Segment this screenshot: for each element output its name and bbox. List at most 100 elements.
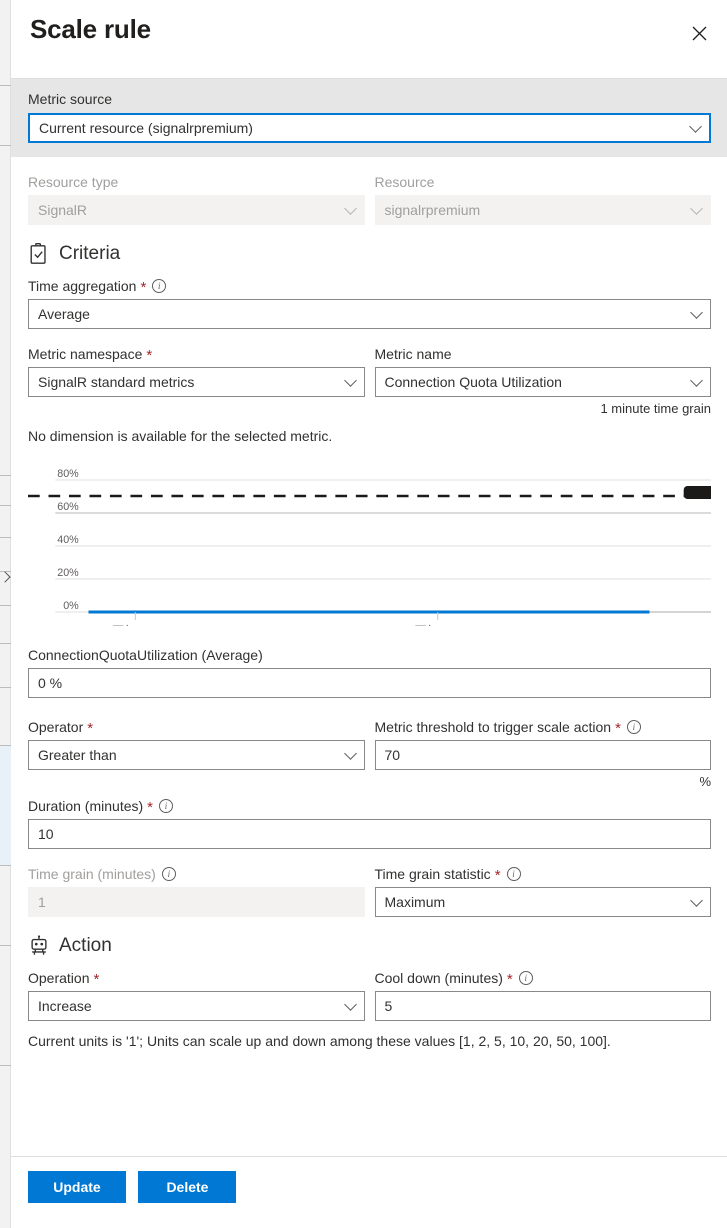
time-grain-label: Time grain (minutes) i bbox=[28, 865, 365, 883]
operator-label: Operator * bbox=[28, 718, 365, 736]
metric-namespace-label-text: Metric namespace bbox=[28, 346, 143, 362]
robot-icon bbox=[28, 935, 50, 957]
chevron-down-icon bbox=[690, 374, 703, 387]
background-row bbox=[0, 606, 11, 644]
info-icon[interactable]: i bbox=[518, 971, 533, 985]
threshold-label: Metric threshold to trigger scale action… bbox=[375, 718, 712, 736]
duration-input[interactable]: 10 bbox=[28, 819, 711, 849]
blade-header: Scale rule bbox=[11, 0, 727, 78]
threshold-value: 70 bbox=[384, 747, 401, 763]
background-row bbox=[0, 506, 11, 538]
chevron-down-icon bbox=[343, 374, 357, 387]
operator-label-text: Operator bbox=[28, 719, 84, 735]
metric-name-label: Metric name bbox=[374, 346, 452, 362]
cooldown-value: 5 bbox=[384, 998, 393, 1014]
operation-label: Operation * bbox=[28, 969, 365, 987]
operation-label-text: Operation bbox=[28, 970, 90, 986]
svg-text:60%: 60% bbox=[57, 501, 79, 513]
resource-type-value: SignalR bbox=[38, 202, 88, 218]
background-row bbox=[0, 476, 11, 506]
info-icon[interactable]: i bbox=[161, 867, 176, 881]
time-aggregation-label-text: Time aggregation bbox=[28, 278, 137, 294]
metric-source-section: Metric source Current resource (signalrp… bbox=[11, 78, 727, 157]
required-asterisk: * bbox=[494, 866, 501, 884]
svg-text:20%: 20% bbox=[57, 567, 79, 579]
metric-name-value: Connection Quota Utilization bbox=[384, 374, 562, 390]
criteria-section-title: Criteria bbox=[59, 243, 121, 264]
cooldown-input[interactable]: 5 bbox=[374, 991, 711, 1021]
metric-value-input[interactable]: 0 % bbox=[28, 668, 711, 698]
threshold-unit: % bbox=[699, 774, 711, 789]
time-aggregation-label: Time aggregation * i bbox=[28, 277, 711, 295]
metric-source-value: Current resource (signalrpremium) bbox=[39, 120, 253, 136]
background-row bbox=[0, 0, 11, 86]
time-grain-row: Time grain (minutes) i 1 Time grain stat… bbox=[28, 865, 711, 917]
action-section-title: Action bbox=[59, 935, 112, 956]
clipboard-check-icon bbox=[28, 243, 50, 265]
page-title: Scale rule bbox=[30, 14, 151, 44]
metric-source-label: Metric source bbox=[28, 91, 113, 107]
time-aggregation-select[interactable]: Average bbox=[28, 299, 711, 329]
background-row-selected bbox=[0, 746, 11, 866]
metric-namespace-select[interactable]: SignalR standard metrics bbox=[28, 367, 365, 397]
info-icon[interactable]: i bbox=[506, 867, 521, 881]
action-row: Operation * Increase Cool down (minutes)… bbox=[28, 969, 711, 1021]
chevron-down-icon bbox=[343, 998, 357, 1011]
background-row bbox=[0, 146, 11, 476]
time-grain-statistic-select[interactable]: Maximum bbox=[374, 887, 711, 917]
metric-namespace-label: Metric namespace * bbox=[28, 345, 365, 363]
resource-label: Resource bbox=[374, 174, 435, 190]
chevron-down-icon bbox=[690, 894, 703, 907]
scale-rule-blade: Scale rule Metric source Current resourc… bbox=[11, 0, 727, 1228]
close-icon bbox=[692, 26, 707, 41]
svg-text:下午4:25: 下午4:25 bbox=[415, 624, 462, 626]
chevron-down-icon bbox=[689, 120, 702, 133]
operator-value: Greater than bbox=[38, 747, 117, 763]
operation-select[interactable]: Increase bbox=[28, 991, 365, 1021]
info-icon[interactable]: i bbox=[626, 720, 641, 734]
resource-type-select: SignalR bbox=[28, 195, 365, 225]
chevron-down-icon bbox=[343, 747, 357, 760]
svg-text:0%: 0% bbox=[63, 600, 79, 612]
close-button[interactable] bbox=[683, 17, 715, 49]
time-grain-statistic-label-text: Time grain statistic bbox=[374, 866, 491, 882]
chevron-down-icon bbox=[690, 306, 703, 319]
delete-button[interactable]: Delete bbox=[138, 1171, 237, 1203]
resource-value: signalrpremium bbox=[384, 202, 481, 218]
background-row bbox=[0, 86, 11, 146]
operator-select[interactable]: Greater than bbox=[28, 740, 365, 770]
duration-label: Duration (minutes) * i bbox=[28, 797, 711, 815]
time-grain-input: 1 bbox=[28, 887, 365, 917]
chevron-down-icon bbox=[343, 202, 357, 215]
metric-namespace-value: SignalR standard metrics bbox=[38, 374, 195, 390]
time-grain-value: 1 bbox=[38, 894, 46, 910]
cooldown-label: Cool down (minutes) * i bbox=[375, 969, 712, 987]
duration-label-text: Duration (minutes) bbox=[28, 798, 144, 814]
duration-value: 10 bbox=[38, 826, 54, 842]
svg-text:40%: 40% bbox=[57, 534, 79, 546]
metric-row: Metric namespace * SignalR standard metr… bbox=[28, 345, 711, 416]
metric-name-select[interactable]: Connection Quota Utilization bbox=[374, 367, 711, 397]
metric-value-field: ConnectionQuotaUtilization (Average) 0 % bbox=[28, 646, 711, 698]
svg-text:UTC+08:00: UTC+08:00 bbox=[651, 624, 711, 626]
time-grain-label-text: Time grain (minutes) bbox=[28, 866, 156, 882]
time-grain-hint: 1 minute time grain bbox=[600, 401, 711, 416]
background-row bbox=[0, 866, 11, 946]
info-icon[interactable]: i bbox=[152, 279, 167, 293]
dimension-note: No dimension is available for the select… bbox=[28, 428, 333, 444]
resource-row: Resource type SignalR Resource signalrpr… bbox=[28, 173, 711, 225]
units-note: Current units is '1'; Units can scale up… bbox=[28, 1033, 611, 1049]
info-icon[interactable]: i bbox=[159, 799, 173, 813]
update-button[interactable]: Update bbox=[28, 1171, 126, 1203]
required-asterisk: * bbox=[615, 719, 621, 737]
threshold-input[interactable]: 70 bbox=[374, 740, 711, 770]
svg-text:下午4:20: 下午4:20 bbox=[112, 624, 159, 626]
blade-content: Resource type SignalR Resource signalrpr… bbox=[11, 157, 727, 1156]
background-row bbox=[0, 688, 11, 746]
metric-value-text: 0 % bbox=[38, 675, 63, 691]
metric-source-select[interactable]: Current resource (signalrpremium) bbox=[28, 113, 711, 143]
background-panel-sliver bbox=[0, 0, 11, 1228]
action-section-header: Action bbox=[28, 935, 711, 957]
operation-value: Increase bbox=[38, 998, 92, 1014]
time-aggregation-value: Average bbox=[38, 306, 90, 322]
